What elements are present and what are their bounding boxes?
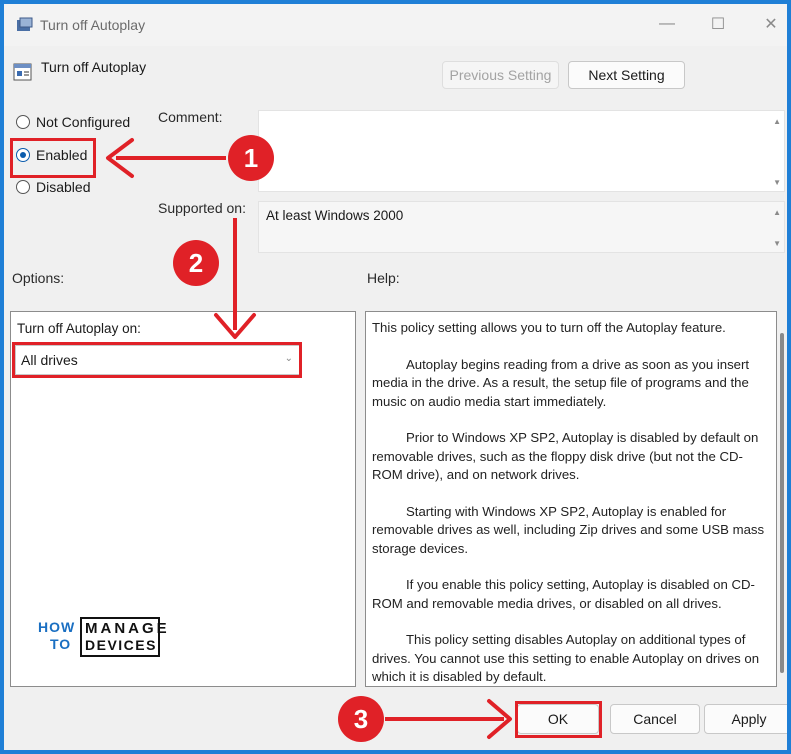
arrowhead-left-icon xyxy=(106,138,134,178)
close-button[interactable]: ✕ xyxy=(756,12,786,36)
options-label: Options: xyxy=(12,270,65,286)
policy-name-heading: Turn off Autoplay xyxy=(41,59,147,75)
scrollbar-thumb[interactable] xyxy=(780,333,784,673)
comment-label: Comment: xyxy=(158,109,223,125)
title-bar: Turn off Autoplay — ☐ ✕ xyxy=(4,4,787,46)
step-2-badge: 2 xyxy=(173,240,219,286)
minimize-button[interactable]: — xyxy=(652,12,682,36)
policy-app-icon xyxy=(17,17,33,31)
enabled-highlight-box xyxy=(10,138,96,178)
howto-manage-devices-logo: HOW TO MANAGE DEVICES xyxy=(38,617,170,661)
scroll-down-icon[interactable]: ▼ xyxy=(773,178,781,187)
help-paragraph: Prior to Windows XP SP2, Autoplay is dis… xyxy=(372,430,759,482)
logo-to-text: TO xyxy=(50,636,72,652)
cancel-button[interactable]: Cancel xyxy=(610,704,700,734)
help-paragraph: Starting with Windows XP SP2, Autoplay i… xyxy=(372,503,765,556)
radio-circle[interactable] xyxy=(16,115,30,129)
logo-devices-text: DEVICES xyxy=(85,637,157,653)
policy-dialog-window: Turn off Autoplay — ☐ ✕ Turn off Autopla… xyxy=(4,4,787,750)
apply-button[interactable]: Apply xyxy=(704,704,787,734)
help-label: Help: xyxy=(367,270,400,286)
ok-highlight-box xyxy=(515,701,602,738)
previous-setting-button[interactable]: Previous Setting xyxy=(442,61,559,89)
arrowhead-right-icon xyxy=(487,699,512,739)
radio-disabled[interactable]: Disabled xyxy=(16,179,90,195)
supported-on-field: At least Windows 2000 ▲ ▼ xyxy=(258,201,785,253)
scroll-down-icon[interactable]: ▼ xyxy=(773,239,781,248)
autoplay-on-label: Turn off Autoplay on: xyxy=(17,321,141,336)
logo-manage-text: MANAGE xyxy=(85,620,170,637)
step-3-badge: 3 xyxy=(338,696,384,742)
help-paragraph: This policy setting allows you to turn o… xyxy=(372,320,726,335)
logo-how-text: HOW xyxy=(38,619,76,635)
scroll-up-icon[interactable]: ▲ xyxy=(773,208,781,217)
window-title: Turn off Autoplay xyxy=(40,17,146,33)
help-paragraph: This policy setting disables Autoplay on… xyxy=(372,632,760,684)
policy-setting-icon xyxy=(13,63,32,81)
scroll-up-icon[interactable]: ▲ xyxy=(773,117,781,126)
supported-on-label: Supported on: xyxy=(158,200,246,216)
dropdown-highlight-box xyxy=(12,342,302,378)
next-setting-button[interactable]: Next Setting xyxy=(568,61,685,89)
supported-on-value: At least Windows 2000 xyxy=(266,208,404,223)
radio-not-configured[interactable]: Not Configured xyxy=(16,114,130,130)
help-paragraph: Autoplay begins reading from a drive as … xyxy=(372,356,750,409)
help-panel[interactable]: This policy setting allows you to turn o… xyxy=(365,311,777,687)
radio-circle[interactable] xyxy=(16,180,30,194)
step-1-badge: 1 xyxy=(228,135,274,181)
help-scrollbar[interactable] xyxy=(777,311,787,687)
comment-textarea[interactable]: ▲ ▼ xyxy=(258,110,785,192)
radio-label: Not Configured xyxy=(36,114,131,130)
help-paragraph: If you enable this policy setting, Autop… xyxy=(372,577,755,611)
maximize-button[interactable]: ☐ xyxy=(703,12,733,36)
radio-label: Disabled xyxy=(36,179,91,195)
